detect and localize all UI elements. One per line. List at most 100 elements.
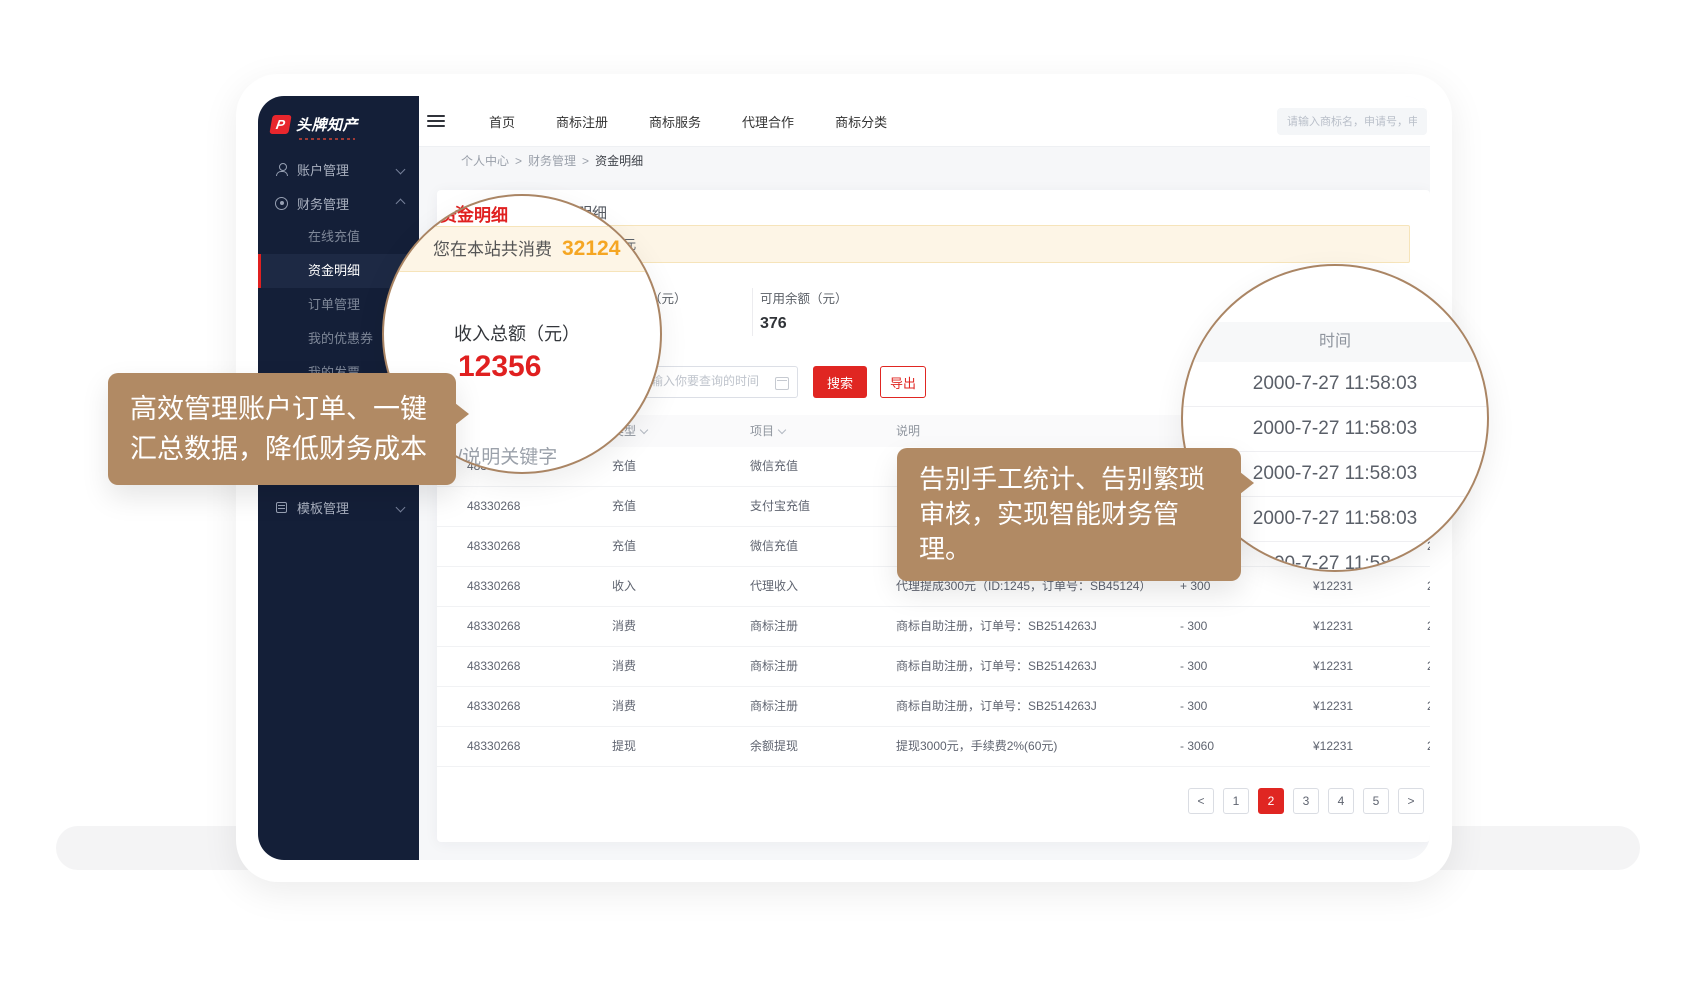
- cell-amount: - 300: [1180, 607, 1207, 646]
- header-desc: 说明: [896, 415, 920, 447]
- cell-project: 支付宝充值: [750, 487, 810, 526]
- cell-desc: 商标自助注册，订单号：SB2514263J: [896, 647, 1097, 686]
- breadcrumb-separator: >: [582, 154, 589, 168]
- cell-project: 代理收入: [750, 567, 798, 606]
- sidebar-item-label: 模板管理: [297, 498, 349, 517]
- cell-type: 充值: [612, 527, 636, 566]
- table-row[interactable]: 48330268 提现 余额提现 提现3000元，手续费2%(60元) - 3060 ¥1…: [437, 727, 1430, 767]
- magnified-stat-label: 收入总额（元）: [454, 320, 580, 346]
- cell-type: 充值: [612, 487, 636, 526]
- pagination-page[interactable]: 4: [1328, 788, 1354, 814]
- pagination-page[interactable]: 3: [1293, 788, 1319, 814]
- cell-type: 充值: [612, 447, 636, 486]
- table-row[interactable]: 48330268消费商标注册商标自助注册，订单号：SB2514263J- 300…: [437, 687, 1430, 727]
- template-icon: [275, 501, 288, 514]
- sort-icon[interactable]: [778, 426, 786, 434]
- user-icon: [275, 163, 288, 176]
- cell-time: 2000-7-27 11:58:03: [1427, 687, 1430, 726]
- magnified-banner: 您在本站共消费32124: [382, 226, 662, 272]
- top-nav: 首页 商标注册 商标服务 代理合作 商标分类: [489, 112, 887, 131]
- cell-order: 48330268: [467, 567, 520, 606]
- nav-item[interactable]: 商标注册: [556, 112, 608, 131]
- sidebar-item-finance[interactable]: 财务管理: [258, 186, 419, 220]
- logo-subtext-decoration: [299, 138, 355, 140]
- magnified-tab-label: 资金明细: [440, 201, 508, 226]
- cell-order: 48330268: [467, 487, 520, 526]
- sidebar-item-label: 账户管理: [297, 160, 349, 179]
- table-row[interactable]: 48330268 消费 商标注册 商标自助注册，订单号：SB2514263J - 300…: [437, 647, 1430, 687]
- pagination-page[interactable]: 5: [1363, 788, 1389, 814]
- cell-desc: 提现3000元，手续费2%(60元): [896, 727, 1057, 766]
- divider: [752, 288, 753, 336]
- nav-item[interactable]: 商标服务: [649, 112, 701, 131]
- breadcrumb-separator: >: [515, 154, 522, 168]
- callout-right: 告别手工统计、告别繁琐 审核，实现智能财务管 理。: [897, 448, 1241, 581]
- pagination-prev[interactable]: <: [1188, 788, 1214, 814]
- cell-project: 微信充值: [750, 447, 798, 486]
- finance-icon: [275, 197, 288, 210]
- stat-value: 376: [760, 315, 848, 333]
- breadcrumb-item[interactable]: 资金明细: [595, 154, 643, 168]
- logo-title: 头牌知产: [296, 114, 358, 135]
- nav-item[interactable]: 代理合作: [742, 112, 794, 131]
- cell-type: 提现: [612, 727, 636, 766]
- cell-order: 48330268: [467, 727, 520, 766]
- hamburger-menu-icon[interactable]: [427, 115, 445, 127]
- cell-type: 消费: [612, 647, 636, 686]
- cell-time: 2000-7-27 11:58:03: [1427, 727, 1430, 766]
- trademark-search-input[interactable]: [1277, 108, 1427, 135]
- cell-type: 收入: [612, 567, 636, 606]
- pagination-page[interactable]: 2: [1258, 788, 1284, 814]
- stat-balance: 可用余额（元） 376: [760, 288, 848, 333]
- cell-money: ¥12231: [1313, 727, 1353, 766]
- page-background: P 头牌知产 账户管理 财务管理 在线充值资金明细订单管理我的优: [0, 0, 1696, 1002]
- calendar-icon: [775, 377, 789, 390]
- table-row[interactable]: 48330268消费商标注册商标自助注册，订单号：SB2514263J- 300…: [437, 607, 1430, 647]
- cell-order: 48330268: [467, 687, 520, 726]
- cell-money: ¥12231: [1313, 647, 1353, 686]
- cell-money: ¥12231: [1313, 567, 1353, 606]
- cell-time: 2000-7-27 11:58:03: [1427, 567, 1430, 606]
- breadcrumb-item[interactable]: 财务管理: [528, 154, 576, 168]
- cell-desc: 商标自助注册，订单号：SB2514263J: [896, 687, 1097, 726]
- cell-amount: - 300: [1180, 687, 1207, 726]
- stat-label: 可用余额（元）: [760, 288, 848, 307]
- pagination-page[interactable]: 1: [1223, 788, 1249, 814]
- magnified-stat-value: 12356: [458, 350, 541, 384]
- cell-time: 2000-7-27 11:58:03: [1427, 647, 1430, 686]
- logo: P 头牌知产: [258, 96, 419, 135]
- cell-money: ¥12231: [1313, 607, 1353, 646]
- callout-arrow: [455, 403, 469, 425]
- cell-order: 48330268: [467, 647, 520, 686]
- sidebar-item-label: 财务管理: [297, 194, 349, 213]
- sort-icon[interactable]: [640, 426, 648, 434]
- nav-item[interactable]: 首页: [489, 112, 515, 131]
- date-input[interactable]: [641, 367, 777, 395]
- callout-left: 高效管理账户订单、一键 汇总数据，降低财务成本: [108, 373, 456, 485]
- cell-project: 商标注册: [750, 687, 798, 726]
- header-project[interactable]: 项目: [750, 415, 785, 447]
- cell-project: 商标注册: [750, 647, 798, 686]
- cell-amount: - 300: [1180, 647, 1207, 686]
- magnified-time-header: 时间: [1183, 322, 1487, 362]
- sidebar-item-template[interactable]: 模板管理: [258, 490, 419, 524]
- callout-arrow: [1240, 472, 1254, 494]
- cell-project: 微信充值: [750, 527, 798, 566]
- search-button[interactable]: 搜索: [813, 366, 867, 398]
- magnified-time-cell: 2000-7-27 11:58:03: [1183, 362, 1487, 407]
- sidebar-item-account[interactable]: 账户管理: [258, 152, 419, 186]
- cell-time: 2000-7-27 11:58:03: [1427, 607, 1430, 646]
- pagination: <12345 >: [1188, 788, 1424, 814]
- breadcrumb-item[interactable]: 个人中心: [461, 154, 509, 168]
- cell-money: ¥12231: [1313, 687, 1353, 726]
- cell-desc: 商标自助注册，订单号：SB2514263J: [896, 607, 1097, 646]
- magnified-banner-amount: 32124: [562, 237, 620, 260]
- pagination-next[interactable]: >: [1398, 788, 1424, 814]
- export-button[interactable]: 导出: [880, 366, 926, 398]
- nav-item[interactable]: 商标分类: [835, 112, 887, 131]
- date-picker[interactable]: [640, 366, 798, 398]
- cell-project: 商标注册: [750, 607, 798, 646]
- chevron-up-icon: [396, 198, 406, 208]
- cell-project: 余额提现: [750, 727, 798, 766]
- cell-amount: - 3060: [1180, 727, 1214, 766]
